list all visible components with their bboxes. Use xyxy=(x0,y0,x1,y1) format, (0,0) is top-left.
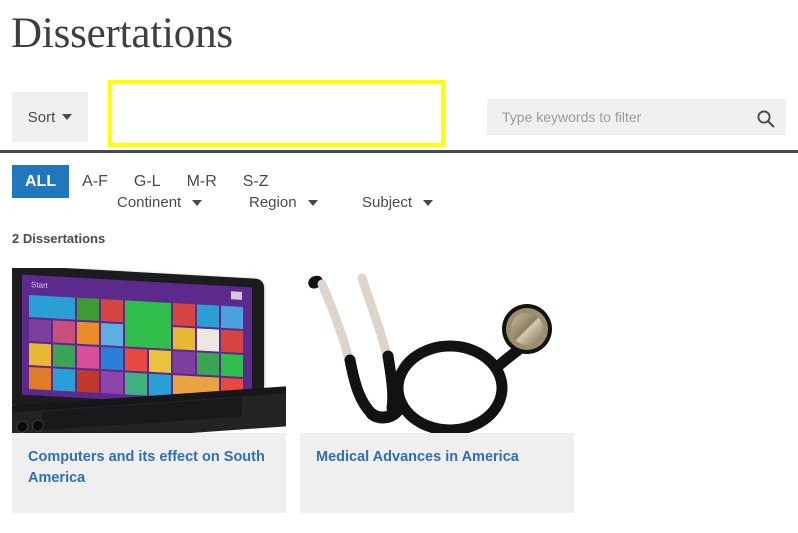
chest-piece xyxy=(502,304,552,354)
chevron-down-icon xyxy=(62,114,73,120)
search-icon[interactable] xyxy=(754,107,776,129)
results-grid: Start Computers and its effect on South … xyxy=(12,268,798,518)
tab-all[interactable]: ALL xyxy=(12,165,70,198)
laptop-icon: Start xyxy=(12,268,286,433)
facet-dropdown-subject[interactable]: Subject xyxy=(362,193,434,213)
tab-g-l[interactable]: G-L xyxy=(121,165,174,198)
result-card-body: Computers and its effect on South Americ… xyxy=(12,433,286,513)
sort-button[interactable]: Sort xyxy=(12,92,88,142)
result-title-link[interactable]: Medical Advances in America xyxy=(316,449,519,465)
tab-a-f[interactable]: A-F xyxy=(69,165,121,198)
result-thumbnail-stethoscope xyxy=(300,268,574,433)
result-title-link[interactable]: Computers and its effect on South Americ… xyxy=(28,449,265,486)
search-box[interactable] xyxy=(487,99,786,135)
result-card[interactable]: Medical Advances in America xyxy=(300,268,574,513)
toolbar-divider xyxy=(0,150,798,153)
alphabet-filter-tabs: ALL A-F G-L M-R S-Z xyxy=(12,165,282,198)
windows-tiles xyxy=(29,295,247,403)
facet-label-subject: Subject xyxy=(362,194,413,211)
stethoscope-icon xyxy=(300,268,574,433)
result-card[interactable]: Start Computers and its effect on South … xyxy=(12,268,286,513)
laptop-start-label: Start xyxy=(31,280,48,291)
chevron-down-icon xyxy=(192,200,203,207)
page-title: Dissertations xyxy=(11,10,233,57)
result-count: 2 Dissertations xyxy=(12,231,106,246)
search-input[interactable] xyxy=(487,99,742,135)
chevron-down-icon xyxy=(307,200,318,207)
chevron-down-icon xyxy=(423,200,434,207)
result-thumbnail-laptop: Start xyxy=(12,268,286,433)
result-card-body: Medical Advances in America xyxy=(300,433,574,513)
tab-s-z[interactable]: S-Z xyxy=(230,165,282,198)
sort-button-label: Sort xyxy=(27,108,56,126)
tab-m-r[interactable]: M-R xyxy=(174,165,230,198)
